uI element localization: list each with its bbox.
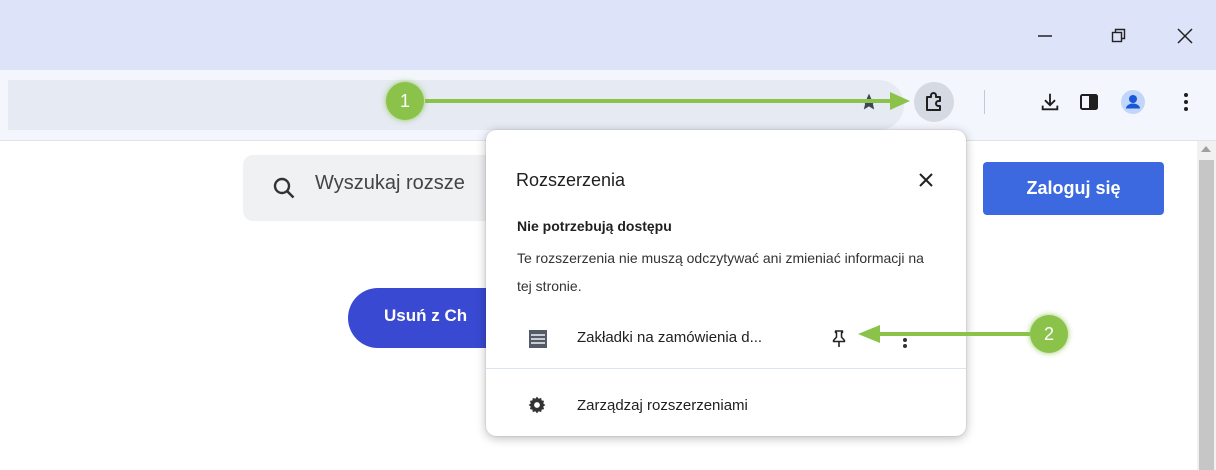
annotation-arrows (425, 92, 1030, 343)
annotation-arrow-1 (425, 92, 910, 110)
annotation-badge-1: 1 (386, 82, 424, 120)
annotation-badge-2: 2 (1030, 315, 1068, 353)
annotation-arrow-2 (858, 325, 1030, 343)
